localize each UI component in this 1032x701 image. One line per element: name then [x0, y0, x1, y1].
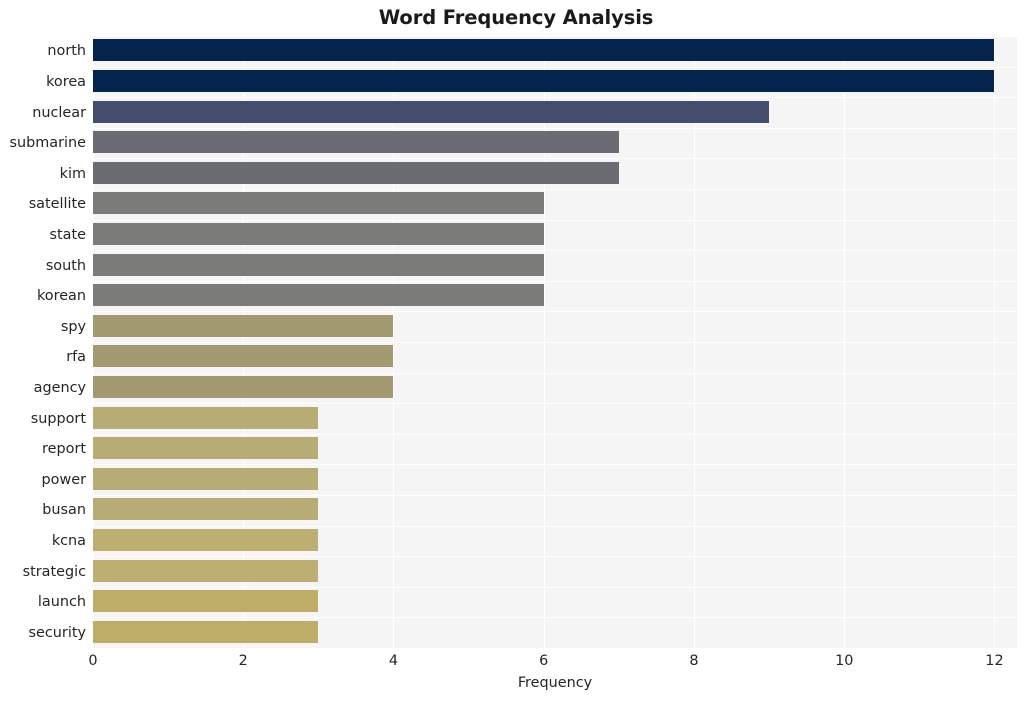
bar-row	[93, 617, 1017, 646]
bar-power[interactable]	[93, 467, 319, 490]
bar-row	[93, 311, 1017, 340]
bar-state[interactable]	[93, 222, 544, 245]
y-tick-label-south: south	[45, 257, 86, 274]
y-tick-label-report: report	[42, 441, 86, 458]
y-tick-label-support: support	[30, 410, 86, 427]
y-tick-label-north: north	[47, 43, 86, 60]
y-tick-label-agency: agency	[33, 379, 86, 396]
bar-row	[93, 526, 1017, 555]
bar-kcna[interactable]	[93, 528, 319, 551]
bar-row	[93, 36, 1017, 65]
bar-security[interactable]	[93, 620, 319, 643]
bar-satellite[interactable]	[93, 192, 544, 215]
bar-row	[93, 281, 1017, 310]
x-tick-label-6: 6	[539, 653, 549, 669]
y-tick-label-submarine: submarine	[9, 135, 86, 152]
bar-south[interactable]	[93, 253, 544, 276]
bar-row	[93, 67, 1017, 96]
x-axis-tick-labels: 0 2 4 6 8 10 12	[88, 652, 1017, 674]
bar-strategic[interactable]	[93, 559, 319, 582]
chart-title: Word Frequency Analysis	[378, 6, 654, 29]
bar-row	[93, 158, 1017, 187]
bar-row	[93, 495, 1017, 524]
bar-submarine[interactable]	[93, 131, 619, 154]
bar-row	[93, 403, 1017, 432]
y-axis-tick-labels: north korea nuclear submarine kim satellite st…	[0, 36, 86, 648]
y-tick-label-security: security	[28, 624, 86, 641]
y-tick-label-spy: spy	[60, 318, 86, 335]
bar-row	[93, 464, 1017, 493]
bar-north[interactable]	[93, 39, 995, 62]
plot-area	[93, 36, 1017, 649]
y-tick-label-busan: busan	[42, 502, 86, 519]
bar-row	[93, 128, 1017, 157]
x-tick-label-2: 2	[238, 653, 248, 669]
x-tick-label-0: 0	[88, 653, 98, 669]
bar-row	[93, 250, 1017, 279]
x-tick-label-12: 12	[985, 653, 1004, 669]
bar-row	[93, 189, 1017, 218]
horizontal-gridline	[93, 648, 1017, 649]
y-tick-label-satellite: satellite	[28, 196, 86, 213]
y-tick-label-nuclear: nuclear	[32, 104, 86, 121]
bar-row	[93, 373, 1017, 402]
bar-agency[interactable]	[93, 375, 394, 398]
x-tick-label-4: 4	[388, 653, 399, 669]
y-tick-label-korean: korean	[36, 288, 86, 305]
bar-rfa[interactable]	[93, 345, 394, 368]
y-tick-label-kcna: kcna	[51, 532, 86, 549]
bar-row	[93, 342, 1017, 371]
bar-row	[93, 97, 1017, 126]
bar-report[interactable]	[93, 437, 319, 460]
bar-kim[interactable]	[93, 161, 619, 184]
y-tick-label-power: power	[41, 471, 86, 488]
bar-korean[interactable]	[93, 284, 544, 307]
bar-korea[interactable]	[93, 69, 995, 92]
y-tick-label-korea: korea	[46, 73, 86, 90]
bar-spy[interactable]	[93, 314, 394, 337]
y-tick-label-strategic: strategic	[22, 563, 86, 580]
bar-row	[93, 434, 1017, 463]
bar-row	[93, 220, 1017, 249]
y-tick-label-rfa: rfa	[66, 349, 86, 366]
chart-figure: Word Frequency Analysis north korea nuclea…	[0, 0, 1032, 701]
y-tick-label-state: state	[49, 226, 86, 243]
y-tick-label-launch: launch	[37, 594, 86, 611]
bar-row	[93, 556, 1017, 585]
bar-nuclear[interactable]	[93, 100, 770, 123]
bar-support[interactable]	[93, 406, 319, 429]
x-tick-label-10: 10	[835, 653, 854, 669]
bar-busan[interactable]	[93, 498, 319, 521]
y-tick-label-kim: kim	[59, 165, 86, 182]
bar-launch[interactable]	[93, 590, 319, 613]
x-axis-label: Frequency	[517, 675, 593, 691]
bar-row	[93, 587, 1017, 616]
x-tick-label-8: 8	[689, 653, 699, 669]
